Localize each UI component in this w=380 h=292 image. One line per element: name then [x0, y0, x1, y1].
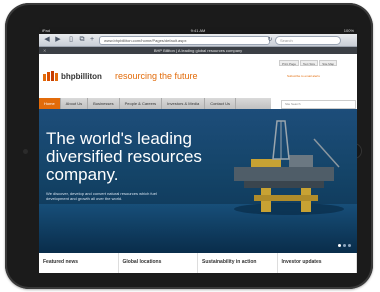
page-title: BHP Billiton | A leading global resource…	[153, 48, 243, 53]
hero-banner[interactable]: The world's leading diversified resource…	[39, 109, 357, 253]
tab-featured-news[interactable]: Featured news	[39, 253, 119, 273]
ipad-device: iPad 9:41 AM 100% ◀ ▶ ▯ ⧉ + www.bhpbilli…	[5, 3, 373, 289]
nav-people[interactable]: People & Careers	[120, 98, 163, 109]
feature-tabs: Featured news Global locations Sustainab…	[39, 253, 357, 273]
carousel-dot[interactable]	[338, 244, 341, 247]
tab-global-locations[interactable]: Global locations	[119, 253, 198, 273]
carousel-dots[interactable]	[338, 244, 351, 247]
hero-subtitle: We discover, develop and convert natural…	[46, 191, 157, 201]
carousel-dot[interactable]	[343, 244, 346, 247]
forward-icon[interactable]: ▶	[53, 35, 63, 45]
email-alerts-link[interactable]: Subscribe to email alerts	[287, 74, 320, 78]
reload-icon[interactable]: ↻	[265, 35, 275, 45]
nav-businesses[interactable]: Businesses	[88, 98, 120, 109]
site-header: bhpbilliton resourcing the future Print …	[39, 54, 357, 98]
tab-investor-updates[interactable]: Investor updates	[278, 253, 357, 273]
status-time: 9:41 AM	[190, 28, 206, 33]
brand-name[interactable]: bhpbilliton	[61, 72, 102, 81]
bhp-logo-icon[interactable]	[43, 71, 59, 81]
carousel-dot[interactable]	[348, 244, 351, 247]
pages-icon[interactable]: ⧉	[77, 35, 87, 45]
close-icon[interactable]: ✕	[43, 47, 46, 54]
text-size-link[interactable]: Text Size	[300, 60, 319, 66]
url-field[interactable]: www.bhpbilliton.com/home/Pages/default.a…	[99, 36, 270, 45]
hero-title: The world's leading diversified resource…	[46, 129, 202, 184]
site-map-link[interactable]: Site Map	[319, 60, 338, 66]
nav-about[interactable]: About Us	[61, 98, 89, 109]
status-bar: iPad 9:41 AM 100%	[39, 27, 357, 34]
browser-toolbar: ◀ ▶ ▯ ⧉ + www.bhpbilliton.com/home/Pages…	[39, 34, 357, 47]
bookmarks-icon[interactable]: ▯	[66, 35, 76, 45]
share-icon[interactable]: +	[87, 35, 97, 45]
page-title-bar: ✕ BHP Billiton | A leading global resour…	[39, 47, 357, 54]
ipad-screen: iPad 9:41 AM 100% ◀ ▶ ▯ ⧉ + www.bhpbilli…	[39, 27, 357, 273]
site-search-input[interactable]: Site Search	[281, 100, 356, 109]
battery-indicator: 100%	[343, 28, 354, 33]
nav-home[interactable]: Home	[39, 98, 61, 109]
utility-links: Print Page Text Size Site Map	[279, 60, 338, 66]
print-page-link[interactable]: Print Page	[279, 60, 300, 66]
brand-tagline: resourcing the future	[115, 71, 198, 81]
search-field[interactable]: Search	[275, 36, 341, 45]
nav-investors[interactable]: Investors & Media	[162, 98, 206, 109]
main-nav: Home About Us Businesses People & Career…	[39, 98, 271, 109]
nav-contact[interactable]: Contact Us	[205, 98, 236, 109]
tab-sustainability[interactable]: Sustainability in action	[198, 253, 278, 273]
camera-icon	[23, 149, 28, 154]
back-icon[interactable]: ◀	[42, 35, 52, 45]
